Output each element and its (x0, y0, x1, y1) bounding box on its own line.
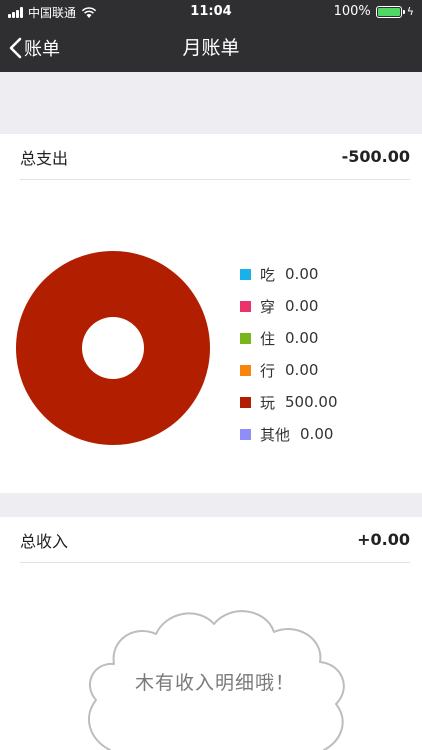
status-bar: 中国联通 11:04 100% ϟ (0, 0, 422, 24)
income-total-label: 总收入 (20, 531, 69, 551)
legend-item-live: 住 0.00 (240, 322, 338, 354)
legend-value: 0.00 (285, 297, 319, 315)
legend-swatch (240, 364, 251, 376)
legend-swatch (240, 396, 251, 408)
legend-swatch (240, 332, 251, 344)
charging-icon: ϟ (406, 5, 414, 18)
section-spacer (0, 493, 422, 517)
legend-label: 住 (260, 329, 276, 348)
income-total-row: 总收入 +0.00 (20, 517, 410, 563)
legend-value: 0.00 (285, 329, 319, 347)
legend-swatch (240, 300, 251, 312)
status-right: 100% ϟ (334, 4, 414, 19)
legend-label: 吃 (260, 265, 276, 284)
chart-legend: 吃 0.00 穿 0.00 住 0.00 行 0.00 玩 500.00 其他 … (240, 258, 338, 450)
legend-swatch (240, 428, 251, 440)
page-title: 月账单 (182, 37, 240, 59)
battery-percent: 100% (333, 4, 371, 19)
legend-label: 行 (260, 361, 276, 380)
legend-value: 500.00 (285, 393, 338, 411)
legend-swatch (240, 268, 251, 280)
expense-total-label: 总支出 (20, 148, 69, 168)
income-total-value: +0.00 (357, 530, 410, 549)
legend-item-wear: 穿 0.00 (240, 290, 338, 322)
expense-total-row: 总支出 -500.00 (20, 134, 410, 180)
section-spacer (0, 72, 422, 134)
empty-state-text: 木有收入明细哦！ (134, 672, 295, 694)
legend-label: 穿 (260, 297, 276, 316)
legend-item-play: 玩 500.00 (240, 386, 338, 418)
expense-total-value: -500.00 (341, 147, 410, 166)
battery-icon (375, 5, 405, 18)
legend-label: 玩 (260, 393, 276, 412)
legend-value: 0.00 (300, 425, 334, 443)
legend-item-other: 其他 0.00 (240, 418, 338, 450)
empty-state: 木有收入明细哦！ (80, 600, 350, 750)
expense-donut-chart (16, 251, 210, 445)
navigation-bar: 账单 月账单 (0, 24, 422, 72)
legend-item-eat: 吃 0.00 (240, 258, 338, 290)
donut-hole (82, 317, 144, 379)
legend-value: 0.00 (285, 361, 319, 379)
legend-value: 0.00 (285, 265, 319, 283)
legend-label: 其他 (260, 425, 291, 444)
legend-item-travel: 行 0.00 (240, 354, 338, 386)
